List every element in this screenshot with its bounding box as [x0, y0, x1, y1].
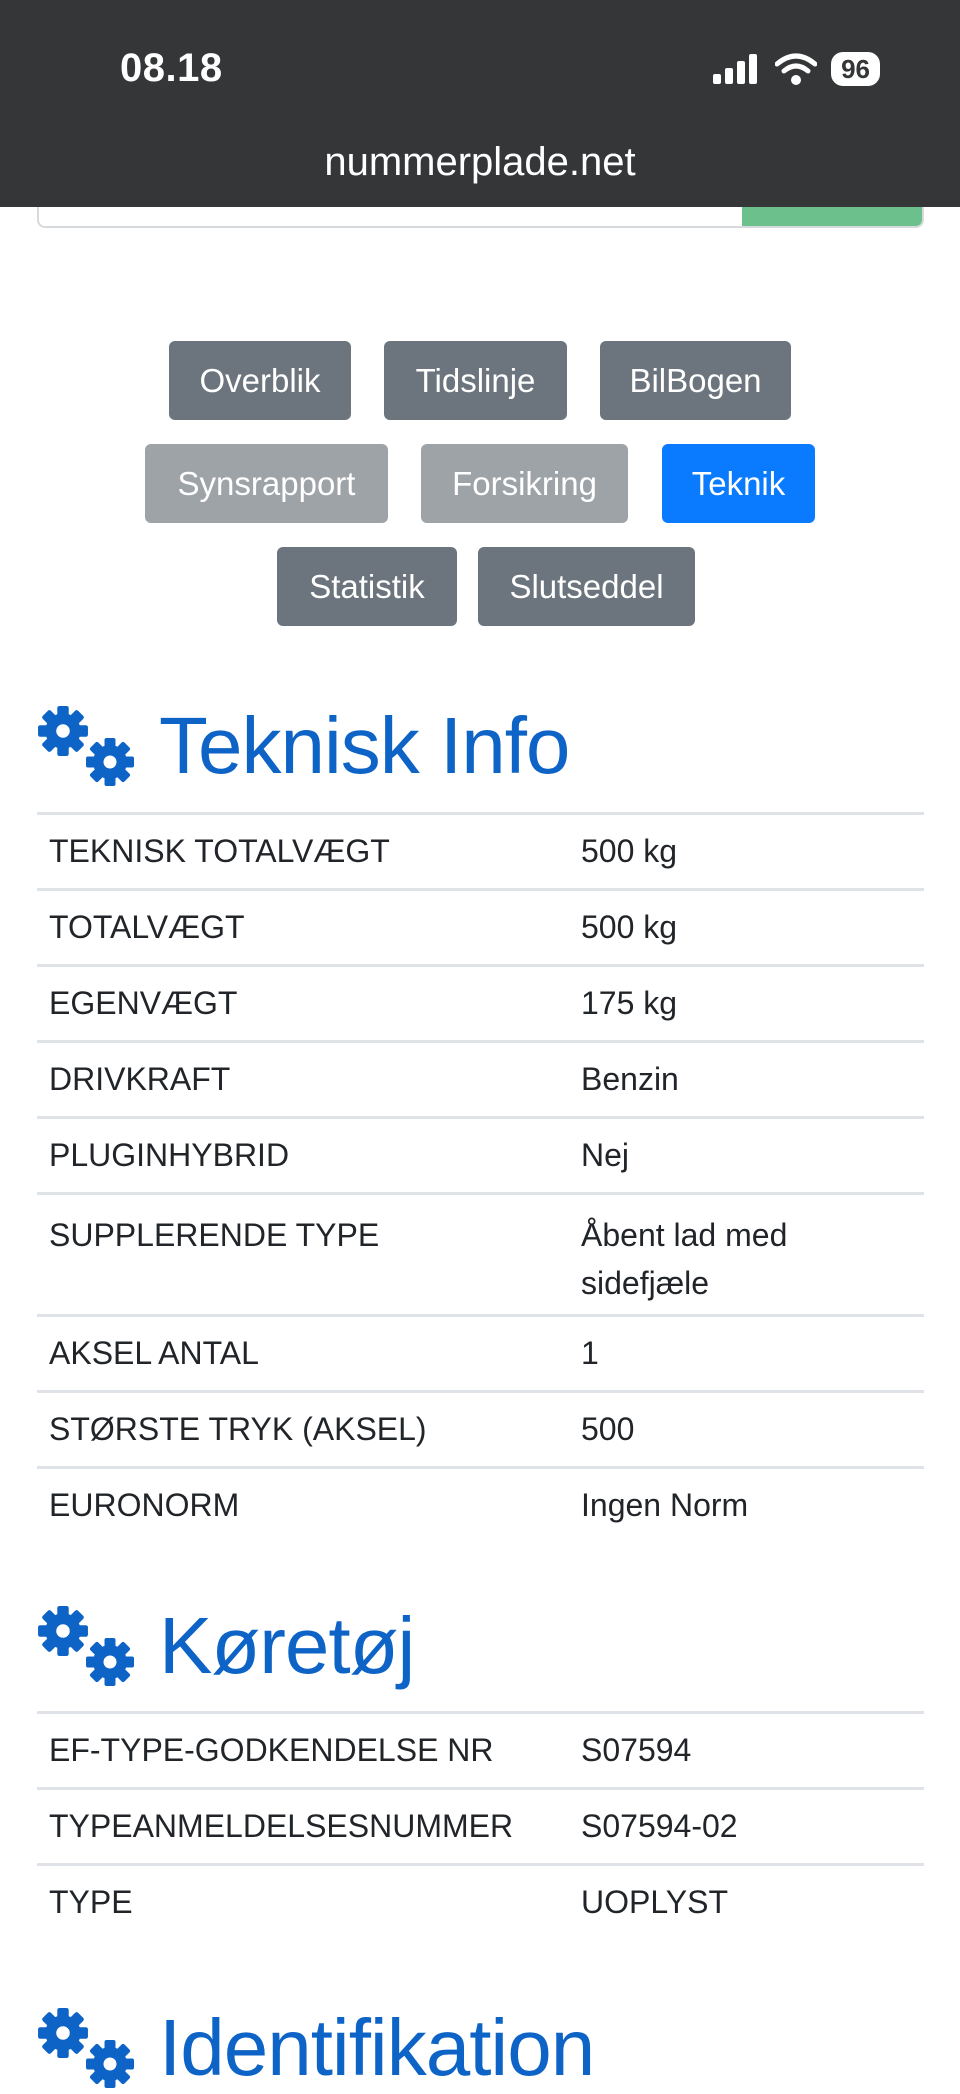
table-row: EF-TYPE-GODKENDELSE NR S07594 — [37, 1711, 924, 1789]
row-key: EURONORM — [37, 1466, 569, 1543]
row-value: 500 — [569, 1390, 924, 1468]
nav-synsrapport-button[interactable]: Synsrapport — [145, 444, 388, 523]
cellular-signal-icon — [713, 54, 758, 84]
status-icons: 96 — [713, 52, 880, 86]
teknisk-info-table: TEKNISK TOTALVÆGT 500 kg TOTALVÆGT 500 k… — [37, 812, 924, 1543]
row-value: 500 kg — [569, 812, 924, 890]
table-row: SUPPLERENDE TYPE Åbent lad med sidefjæle — [37, 1192, 924, 1316]
row-value: 1 — [569, 1314, 924, 1392]
row-key: DRIVKRAFT — [37, 1040, 569, 1118]
row-key: AKSEL ANTAL — [37, 1314, 569, 1392]
row-key: PLUGINHYBRID — [37, 1116, 569, 1194]
row-key: TYPE — [37, 1863, 569, 1940]
nav-forsikring-button[interactable]: Forsikring — [421, 444, 628, 523]
row-value: Benzin — [569, 1040, 924, 1118]
koretoj-heading: Køretøj — [37, 1600, 415, 1692]
browser-top-bar: 08.18 96 nummerplade.net — [0, 0, 960, 207]
table-row: AKSEL ANTAL 1 — [37, 1314, 924, 1392]
nav-tidslinje-button[interactable]: Tidslinje — [384, 341, 567, 420]
nav-teknik-button[interactable]: Teknik — [662, 444, 815, 523]
table-row: PLUGINHYBRID Nej — [37, 1116, 924, 1194]
table-row: TYPEANMELDELSESNUMMER S07594-02 — [37, 1787, 924, 1865]
table-row: TEKNISK TOTALVÆGT 500 kg — [37, 812, 924, 890]
teknisk-info-title: Teknisk Info — [159, 701, 570, 790]
row-key: SUPPLERENDE TYPE — [37, 1192, 569, 1316]
row-key: TOTALVÆGT — [37, 888, 569, 966]
wifi-icon — [775, 53, 818, 85]
row-value: Nej — [569, 1116, 924, 1194]
row-value: S07594-02 — [569, 1787, 924, 1865]
identifikation-title: Identifikation — [159, 2003, 595, 2092]
table-row: DRIVKRAFT Benzin — [37, 1040, 924, 1118]
status-time: 08.18 — [120, 46, 223, 90]
koretoj-title: Køretøj — [159, 1601, 415, 1690]
row-value: Ingen Norm — [569, 1466, 924, 1543]
identifikation-heading: Identifikation — [37, 2002, 595, 2094]
gears-icon — [38, 1606, 134, 1686]
table-row: STØRSTE TRYK (AKSEL) 500 — [37, 1390, 924, 1468]
row-value: 175 kg — [569, 964, 924, 1042]
table-row: EGENVÆGT 175 kg — [37, 964, 924, 1042]
row-key: TYPEANMELDELSESNUMMER — [37, 1787, 569, 1865]
nav-bilbogen-button[interactable]: BilBogen — [600, 341, 791, 420]
nav-overblik-button[interactable]: Overblik — [169, 341, 351, 420]
row-value: 500 kg — [569, 888, 924, 966]
nav-slutseddel-button[interactable]: Slutseddel — [478, 547, 695, 626]
row-key: TEKNISK TOTALVÆGT — [37, 812, 569, 890]
table-row: EURONORM Ingen Norm — [37, 1466, 924, 1543]
url-bar[interactable]: nummerplade.net — [0, 140, 960, 185]
nav-statistik-button[interactable]: Statistik — [277, 547, 457, 626]
gears-icon — [38, 706, 134, 786]
row-key: EF-TYPE-GODKENDELSE NR — [37, 1711, 569, 1789]
gears-icon — [38, 2008, 134, 2088]
koretoj-table: EF-TYPE-GODKENDELSE NR S07594 TYPEANMELD… — [37, 1711, 924, 1940]
row-value: Åbent lad med sidefjæle — [569, 1192, 924, 1316]
table-row: TOTALVÆGT 500 kg — [37, 888, 924, 966]
teknisk-info-heading: Teknisk Info — [37, 700, 570, 792]
row-key: STØRSTE TRYK (AKSEL) — [37, 1390, 569, 1468]
row-key: EGENVÆGT — [37, 964, 569, 1042]
row-value: S07594 — [569, 1711, 924, 1789]
row-value: UOPLYST — [569, 1863, 924, 1940]
battery-icon: 96 — [831, 52, 880, 86]
table-row: TYPE UOPLYST — [37, 1863, 924, 1940]
